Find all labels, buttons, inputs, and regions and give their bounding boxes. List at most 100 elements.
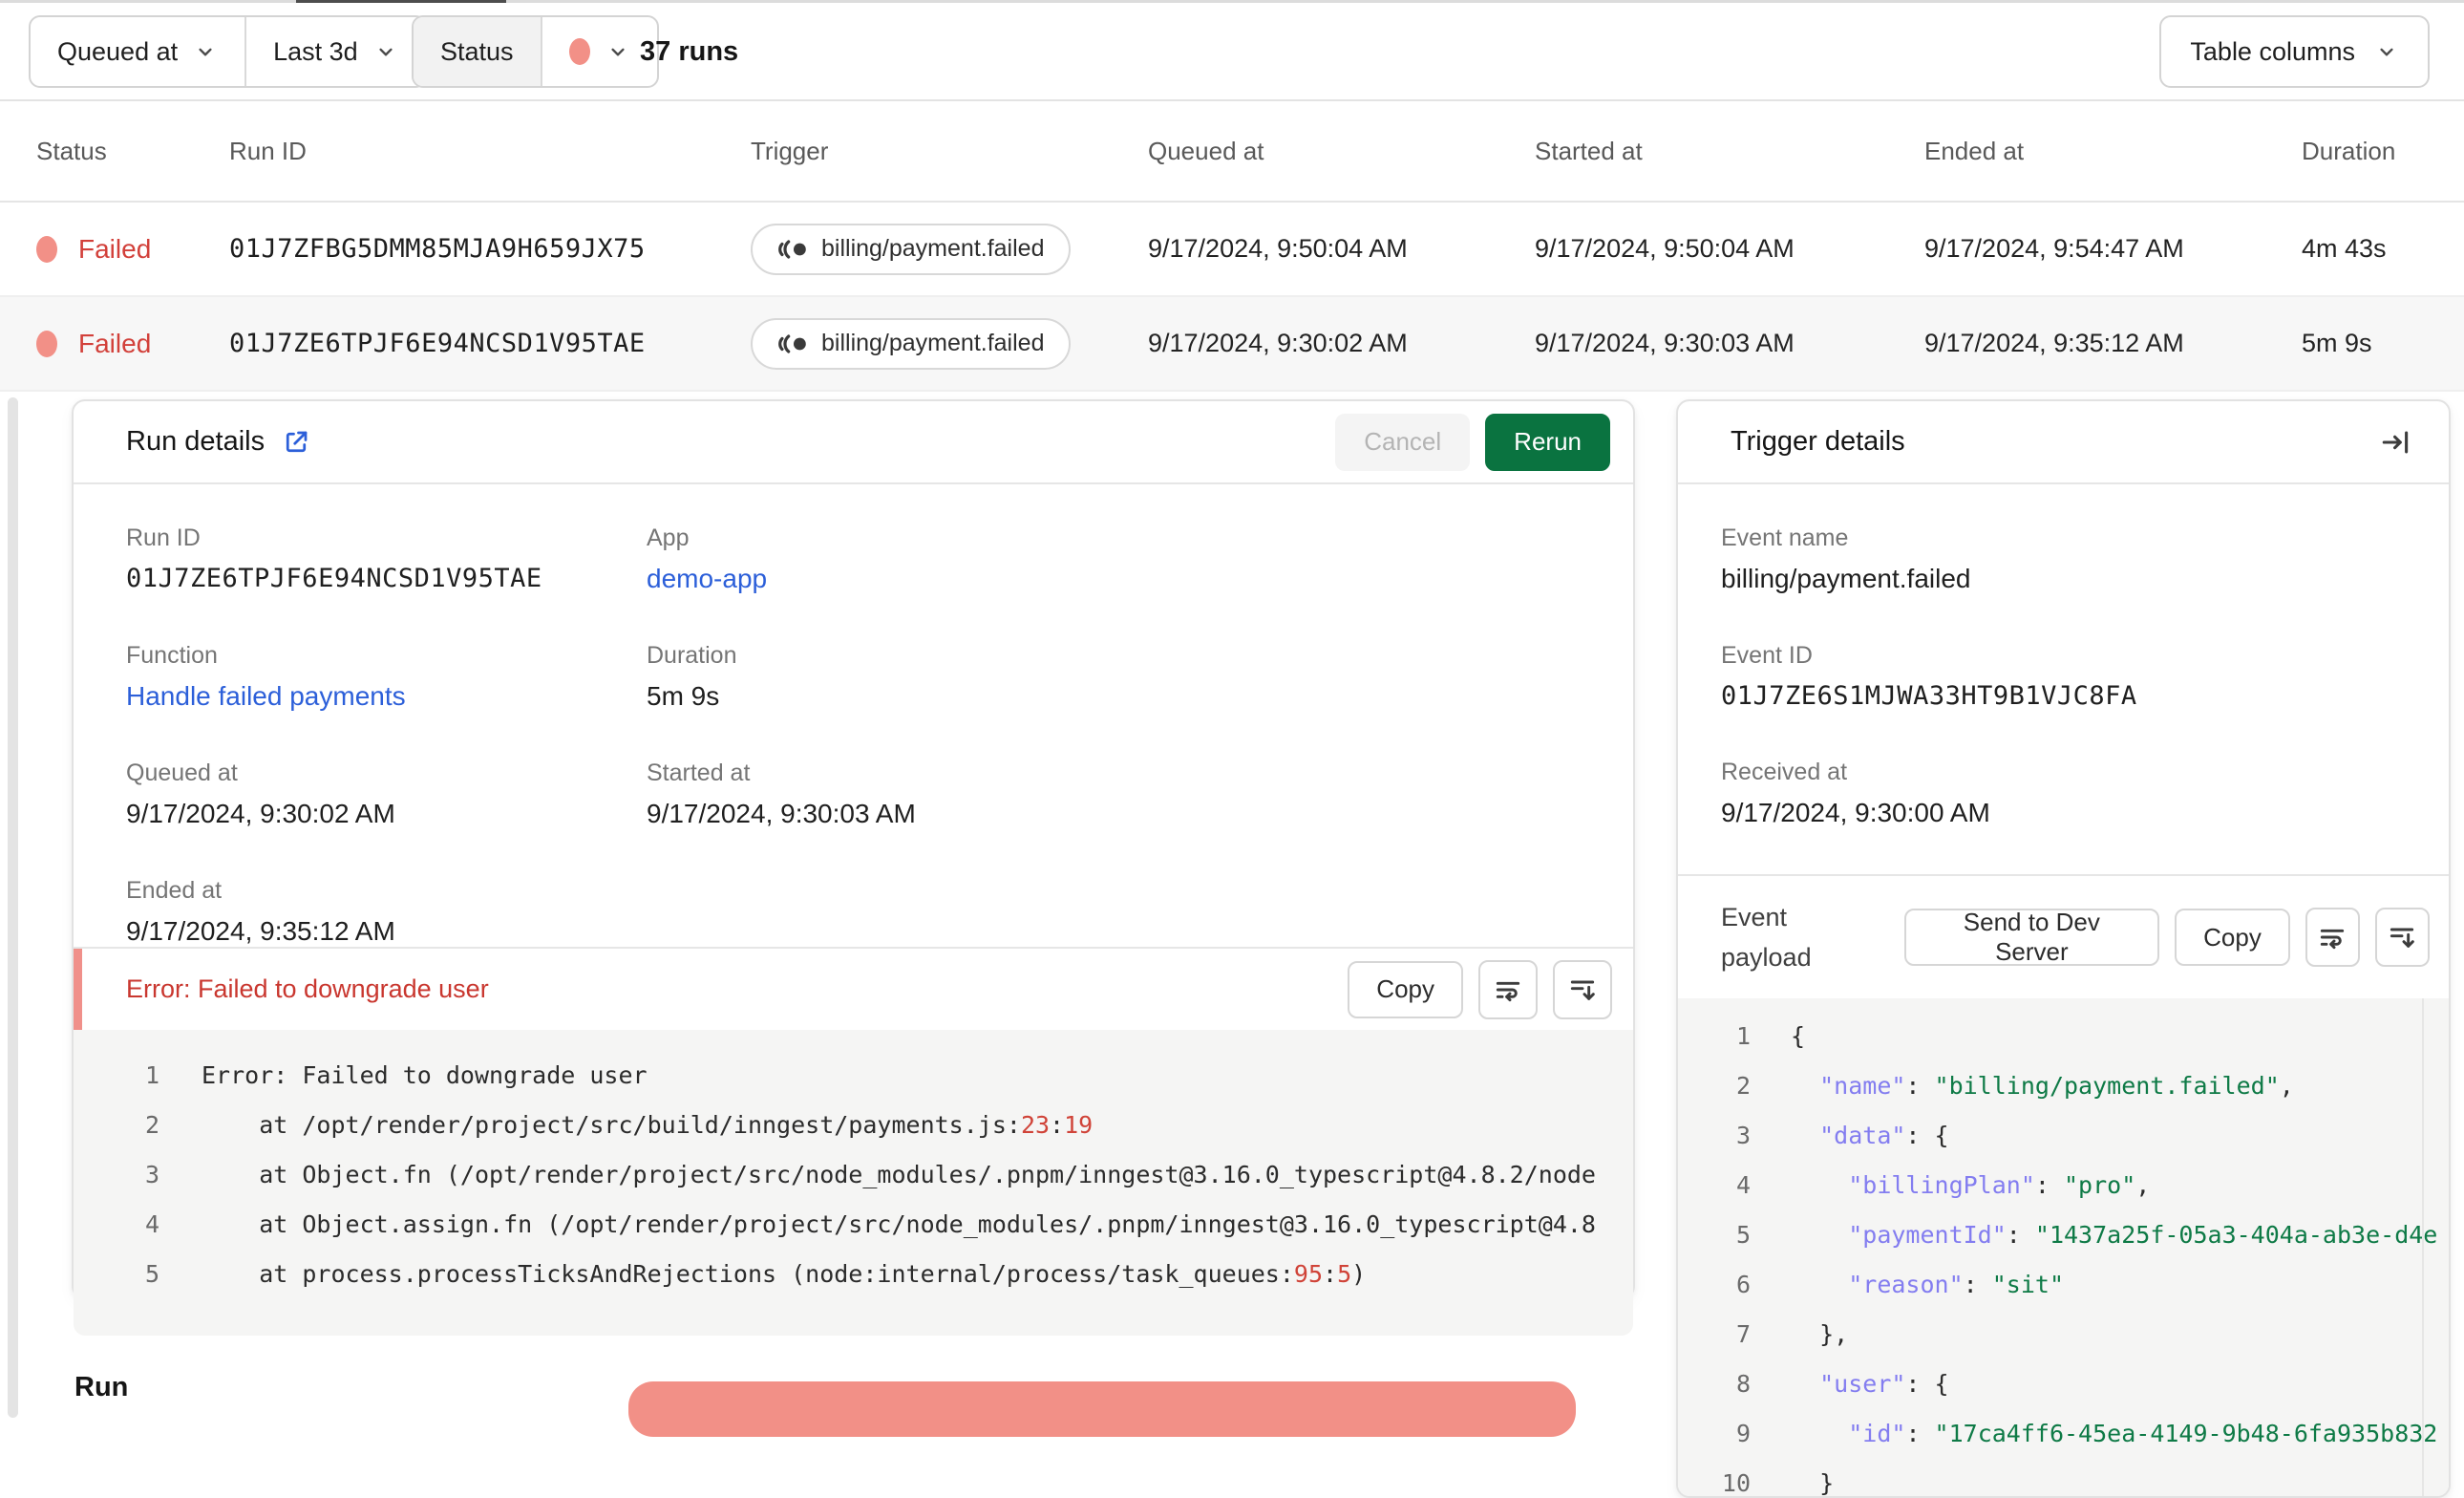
filter-toolbar: Queued at Last 3d Status 37 runs Table c… — [0, 3, 2464, 101]
copy-payload-button[interactable]: Copy — [2175, 909, 2290, 966]
field-value-link[interactable]: demo-app — [647, 564, 1604, 594]
code-line: 4 "billingPlan": "pro", — [1678, 1161, 2449, 1210]
chevron-down-icon — [2374, 39, 2399, 64]
word-wrap-icon — [1493, 974, 1523, 1005]
run-id-cell: 01J7ZE6TPJF6E94NCSD1V95TAE — [229, 329, 646, 358]
column-header-status[interactable]: Status — [36, 137, 229, 166]
error-section: Error: Failed to downgrade user Copy 1 Er… — [74, 947, 1633, 1336]
started-at-cell: 9/17/2024, 9:50:04 AM — [1535, 234, 1795, 263]
line-number: 4 — [1735, 1171, 1751, 1199]
queued-at-cell: 9/17/2024, 9:30:02 AM — [1148, 329, 1408, 357]
run-details-header: Run details Cancel Rerun — [74, 401, 1633, 484]
status-dot-icon — [36, 330, 57, 357]
line-number: 6 — [1735, 1271, 1751, 1298]
expand-output-button[interactable] — [1553, 959, 1612, 1019]
run-status-label: Failed — [78, 233, 152, 264]
code-text: }, — [1791, 1320, 1849, 1348]
run-status-label: Failed — [78, 328, 152, 358]
code-line: 2 at /opt/render/project/src/build/innge… — [74, 1101, 1633, 1150]
trigger-badge-label: billing/payment.failed — [821, 235, 1045, 262]
rerun-button[interactable]: Rerun — [1485, 413, 1610, 471]
column-header-run-id[interactable]: Run ID — [229, 137, 751, 166]
code-line: 10 } — [1678, 1459, 2449, 1496]
expand-down-icon — [2387, 922, 2417, 952]
word-wrap-button[interactable] — [2305, 908, 2360, 967]
field-value: 9/17/2024, 9:35:12 AM — [126, 916, 395, 946]
code-text: "name": "billing/payment.failed", — [1819, 1072, 2294, 1100]
status-filter-label-segment: Status — [414, 17, 541, 86]
column-header-queued-at[interactable]: Queued at — [1148, 137, 1535, 166]
send-to-dev-server-button[interactable]: Send to Dev Server — [1903, 908, 2160, 966]
line-number: 1 — [1735, 1022, 1751, 1050]
code-line: 5 "paymentId": "1437a25f-05a3-404a-ab3e-… — [1678, 1210, 2449, 1260]
run-details-panel: Run details Cancel Rerun Run ID 01J7ZE6TP… — [72, 399, 1635, 1336]
code-text: "data": { — [1819, 1122, 1949, 1149]
duration-cell: 4m 43s — [2302, 234, 2387, 263]
expand-payload-button[interactable] — [2374, 908, 2431, 967]
code-text: "reason": "sit" — [1848, 1271, 2065, 1298]
status-dot-icon — [36, 235, 57, 263]
code-line: 1{ — [1678, 1012, 2449, 1061]
code-text: } — [1791, 1469, 1835, 1496]
code-line: 5 at process.processTicksAndRejections (… — [74, 1250, 1633, 1299]
ended-at-cell: 9/17/2024, 9:35:12 AM — [1924, 329, 2184, 357]
vertical-scrollbar[interactable] — [8, 397, 18, 1418]
field-label: Started at — [647, 760, 751, 786]
date-range-filter-label: Last 3d — [273, 36, 358, 66]
error-header: Error: Failed to downgrade user Copy — [74, 949, 1633, 1030]
code-text: at /opt/render/project/src/build/inngest… — [202, 1111, 1094, 1139]
line-number: 7 — [1735, 1320, 1751, 1348]
line-number: 8 — [1735, 1370, 1751, 1398]
queued-at-filter-label: Queued at — [57, 36, 179, 66]
detail-field: Started at 9/17/2024, 9:30:03 AM — [647, 760, 1604, 829]
field-value: 9/17/2024, 9:30:02 AM — [126, 799, 395, 828]
trigger-details-fields: Event name billing/payment.failed Event ID… — [1678, 484, 2449, 828]
status-filter-group: Status — [412, 15, 659, 88]
column-header-duration[interactable]: Duration — [2302, 137, 2464, 166]
line-number: 2 — [1735, 1072, 1751, 1100]
field-value-link[interactable]: Handle failed payments — [126, 681, 647, 712]
word-wrap-button[interactable] — [1478, 959, 1538, 1019]
queued-at-filter-button[interactable]: Queued at — [31, 17, 244, 86]
collapse-panel-icon — [2380, 426, 2412, 459]
detail-field: Received at 9/17/2024, 9:30:00 AM — [1721, 759, 2420, 828]
detail-field: Run ID 01J7ZE6TPJF6E94NCSD1V95TAE — [126, 524, 647, 594]
run-waterfall-bar[interactable] — [628, 1381, 1576, 1437]
cancel-button[interactable]: Cancel — [1335, 413, 1471, 471]
field-value: 01J7ZE6S1MJWA33HT9B1VJC8FA — [1721, 681, 2137, 711]
field-label: App — [647, 524, 690, 551]
ended-at-cell: 9/17/2024, 9:54:47 AM — [1924, 234, 2184, 263]
event-icon — [778, 239, 806, 259]
runs-table: Failed 01J7ZFBG5DMM85MJA9H659JX75 billing/… — [0, 203, 2464, 392]
line-number: 5 — [144, 1260, 159, 1288]
collapse-panel-button[interactable] — [2367, 412, 2426, 472]
expand-down-icon — [1567, 974, 1598, 1005]
line-number: 5 — [1735, 1221, 1751, 1249]
line-number: 2 — [144, 1111, 159, 1139]
code-text: "user": { — [1819, 1370, 1949, 1398]
code-text: "billingPlan": "pro", — [1848, 1171, 2151, 1199]
table-columns-button[interactable]: Table columns — [2159, 15, 2430, 88]
code-line: 3 "data": { — [1678, 1111, 2449, 1161]
table-row[interactable]: Failed 01J7ZE6TPJF6E94NCSD1V95TAE billing/… — [0, 297, 2464, 392]
external-link-icon[interactable] — [282, 428, 310, 457]
code-line: 7 }, — [1678, 1310, 2449, 1359]
chevron-down-icon — [193, 39, 218, 64]
date-range-filter-button[interactable]: Last 3d — [244, 17, 425, 86]
error-stack-trace: 1 Error: Failed to downgrade user 2 at /op… — [74, 1030, 1633, 1336]
field-value: billing/payment.failed — [1721, 564, 1971, 593]
code-text: at Object.assign.fn (/opt/render/project… — [202, 1210, 1596, 1238]
event-payload-label: Event payload — [1721, 903, 1812, 972]
column-header-started-at[interactable]: Started at — [1535, 137, 1924, 166]
detail-field: Function Handle failed payments — [126, 642, 647, 712]
status-dot-icon — [568, 38, 590, 65]
chevron-down-icon — [373, 39, 398, 64]
run-waterfall-label: Run — [74, 1372, 129, 1402]
field-label: Duration — [647, 642, 737, 669]
error-title: Error: Failed to downgrade user — [126, 974, 489, 1003]
table-row[interactable]: Failed 01J7ZFBG5DMM85MJA9H659JX75 billing/… — [0, 203, 2464, 297]
copy-error-button[interactable]: Copy — [1348, 960, 1463, 1018]
field-value: 5m 9s — [647, 681, 720, 711]
column-header-ended-at[interactable]: Ended at — [1924, 137, 2302, 166]
column-header-trigger[interactable]: Trigger — [751, 137, 1148, 166]
